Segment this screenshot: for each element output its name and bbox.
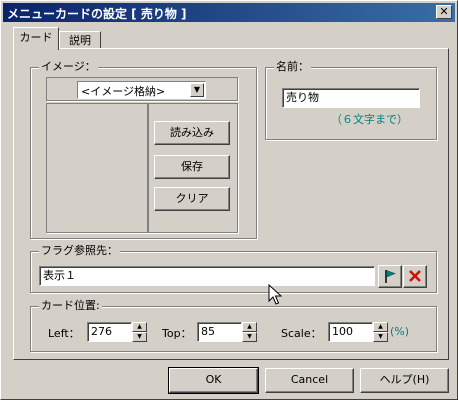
scale-spinner[interactable]: ▲ ▼ xyxy=(373,322,388,342)
name-hint: （６文字まで） xyxy=(331,113,408,126)
spin-up-icon[interactable]: ▲ xyxy=(242,322,257,332)
cancel-button-label: Cancel xyxy=(290,373,329,386)
title-bar: メニューカードの設定 [ 売り物 ] ✕ xyxy=(3,3,455,22)
left-spinner[interactable]: ▲ ▼ xyxy=(132,322,147,342)
flag-group-label: フラグ参照先： xyxy=(39,244,120,258)
tab-description[interactable]: 説明 xyxy=(59,31,101,49)
scale-label: Scale： xyxy=(281,327,322,340)
tab-description-label: 説明 xyxy=(69,34,91,47)
load-button[interactable]: 読み込み xyxy=(154,121,230,145)
name-input-value: 売り物 xyxy=(286,91,319,104)
top-spinner[interactable]: ▲ ▼ xyxy=(242,322,257,342)
cancel-button[interactable]: Cancel xyxy=(265,368,354,393)
flag-icon xyxy=(385,270,396,283)
help-button[interactable]: ヘルプ(H) xyxy=(360,368,449,393)
ok-button[interactable]: OK xyxy=(168,367,259,394)
top-label: Top： xyxy=(162,327,192,340)
left-label: Left： xyxy=(48,327,80,340)
spin-up-icon[interactable]: ▲ xyxy=(132,322,147,332)
top-value: 85 xyxy=(201,325,215,338)
clear-button[interactable]: クリア xyxy=(154,187,230,211)
flag-reference-value: 表示１ xyxy=(43,269,76,282)
left-input[interactable]: 276 xyxy=(87,322,132,342)
flag-reference-input[interactable]: 表示１ xyxy=(39,266,375,286)
chevron-down-icon[interactable]: ▼ xyxy=(190,83,204,97)
close-icon: ✕ xyxy=(439,5,449,18)
spin-down-icon[interactable]: ▼ xyxy=(242,332,257,342)
image-source-combo[interactable]: <イメージ格納> ▼ xyxy=(77,81,206,99)
name-input[interactable]: 売り物 xyxy=(282,88,420,108)
save-button[interactable]: 保存 xyxy=(154,155,230,179)
flag-button[interactable] xyxy=(378,265,402,288)
spin-down-icon[interactable]: ▼ xyxy=(373,332,388,342)
clear-button-label: クリア xyxy=(175,192,209,205)
clear-flag-button[interactable] xyxy=(403,265,427,288)
top-input[interactable]: 85 xyxy=(197,322,242,342)
close-button[interactable]: ✕ xyxy=(436,5,452,19)
tab-card[interactable]: カード xyxy=(13,27,59,50)
left-value: 276 xyxy=(91,325,112,338)
window-title: メニューカードの設定 [ 売り物 ] xyxy=(7,7,187,21)
save-button-label: 保存 xyxy=(181,160,203,173)
scale-input[interactable]: 100 xyxy=(328,322,373,342)
dialog-window: メニューカードの設定 [ 売り物 ] ✕ カード 説明 イメージ： <イメージ格… xyxy=(0,0,458,400)
image-source-value: <イメージ格納> xyxy=(81,85,166,98)
scale-value: 100 xyxy=(332,325,353,338)
help-button-label: ヘルプ(H) xyxy=(379,373,430,386)
scale-unit: (%) xyxy=(390,325,410,338)
tab-card-label: カード xyxy=(19,31,53,44)
name-group-label: 名前： xyxy=(274,60,311,74)
mouse-pointer-icon xyxy=(268,284,282,305)
image-preview xyxy=(46,103,148,233)
spin-up-icon[interactable]: ▲ xyxy=(373,322,388,332)
load-button-label: 読み込み xyxy=(170,126,214,139)
spin-down-icon[interactable]: ▼ xyxy=(132,332,147,342)
x-icon xyxy=(409,270,421,282)
position-group-label: カード位置: xyxy=(39,299,102,313)
image-group-label: イメージ： xyxy=(39,60,98,74)
ok-button-label: OK xyxy=(205,373,222,386)
